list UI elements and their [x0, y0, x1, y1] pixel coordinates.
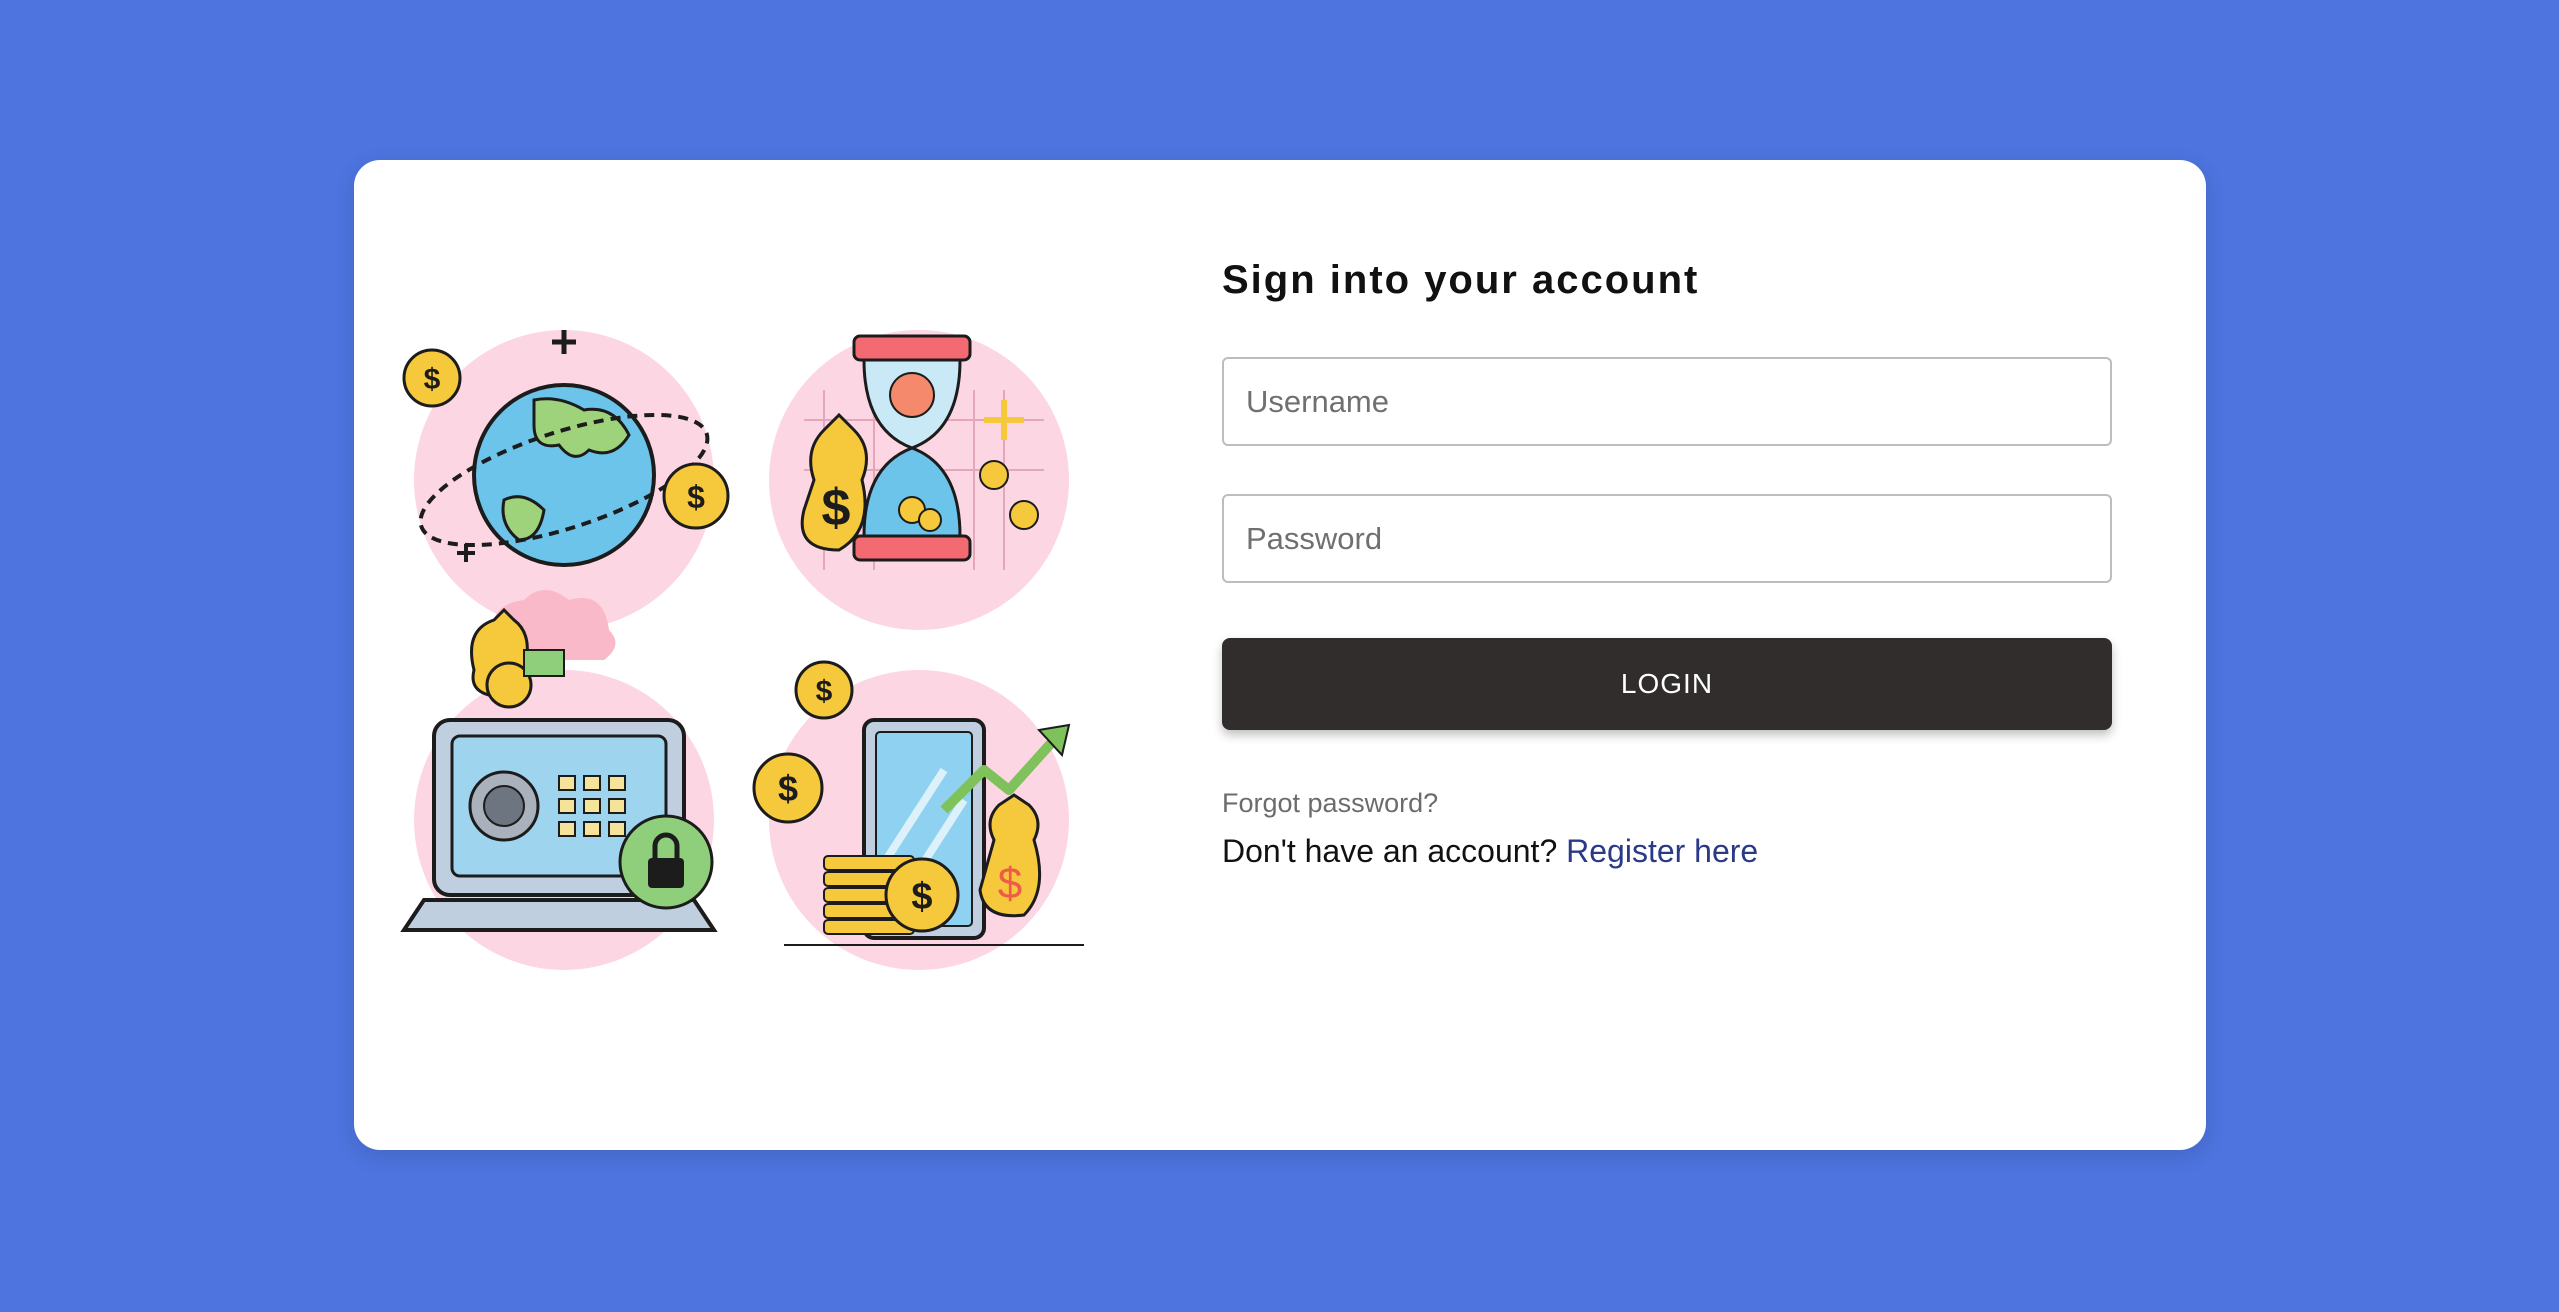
- globe-coins-icon: $ $: [402, 330, 730, 630]
- login-form: Sign into your account LOGIN Forgot pass…: [1222, 250, 2112, 870]
- svg-text:$: $: [424, 363, 441, 396]
- login-button[interactable]: LOGIN: [1222, 638, 2112, 730]
- laptop-safe-icon: [400, 590, 718, 970]
- svg-text:$: $: [816, 675, 833, 708]
- forgot-password-link[interactable]: Forgot password?: [1222, 788, 1438, 819]
- hourglass-money-icon: $: [769, 330, 1069, 630]
- login-title: Sign into your account: [1222, 258, 1700, 302]
- svg-text:$: $: [778, 768, 798, 809]
- login-card: $ $ $ $ $ $ $ Sign into your account Use…: [354, 160, 2206, 1150]
- password-input[interactable]: [1222, 494, 2112, 583]
- finance-illustration: $ $ $ $ $ $ $: [400, 330, 1084, 970]
- register-prompt: Don't have an account?: [1222, 833, 1558, 869]
- phone-growth-icon: $ $ $ $: [752, 660, 1084, 970]
- svg-text:$: $: [822, 479, 851, 537]
- svg-text:$: $: [911, 876, 932, 918]
- register-link[interactable]: Register here: [1566, 833, 1758, 869]
- register-line: Don't have an account? Register here: [1222, 833, 2112, 870]
- username-input[interactable]: [1222, 357, 2112, 446]
- svg-text:$: $: [687, 479, 705, 515]
- svg-text:$: $: [998, 859, 1022, 908]
